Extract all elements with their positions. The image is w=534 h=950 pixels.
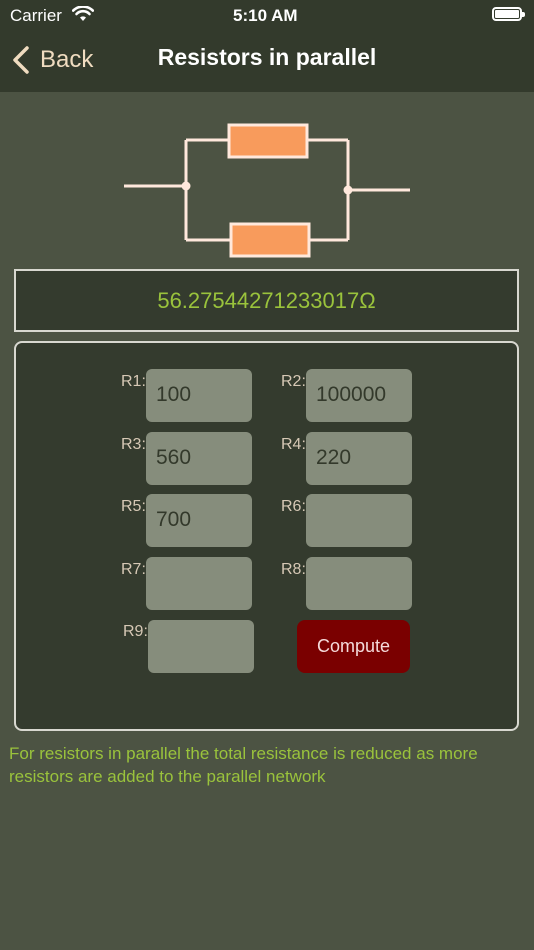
battery-icon [492, 7, 525, 21]
field-label-r3: R3: [121, 436, 146, 453]
parallel-resistor-diagram [124, 123, 410, 258]
resistor-top [227, 123, 309, 159]
carrier-label: Carrier [10, 6, 62, 25]
field-label-r9: R9: [123, 623, 148, 640]
input-panel [14, 341, 519, 731]
field-label-r5: R5: [121, 498, 146, 515]
r5-input[interactable]: 700 [146, 494, 252, 547]
field-label-r6: R6: [281, 498, 306, 515]
result-display: 56.27544271233017Ω [14, 269, 519, 332]
field-label-r8: R8: [281, 561, 306, 578]
r7-input[interactable] [146, 557, 252, 610]
info-note: For resistors in parallel the total resi… [9, 744, 478, 786]
field-label-r2: R2: [281, 373, 306, 390]
r3-input[interactable]: 560 [146, 432, 252, 485]
page-title: Resistors in parallel [157, 44, 377, 70]
field-label-r1: R1: [121, 373, 146, 390]
r2-input[interactable]: 100000 [306, 369, 412, 422]
field-label-r4: R4: [281, 436, 306, 453]
r6-input[interactable] [306, 494, 412, 547]
field-label-r7: R7: [121, 561, 146, 578]
compute-button[interactable]: Compute [297, 620, 410, 673]
clock-label: 5:10 AM [233, 6, 298, 25]
r8-input[interactable] [306, 557, 412, 610]
navigation-bar: Carrier 5:10 AM Back Resistors in parall… [0, 0, 534, 92]
r4-input[interactable]: 220 [306, 432, 412, 485]
wifi-icon [72, 6, 94, 21]
r1-input[interactable]: 100 [146, 369, 252, 422]
resistor-bottom [229, 222, 311, 258]
r9-input[interactable] [148, 620, 254, 673]
result-value: 56.27544271233017Ω [157, 287, 376, 313]
